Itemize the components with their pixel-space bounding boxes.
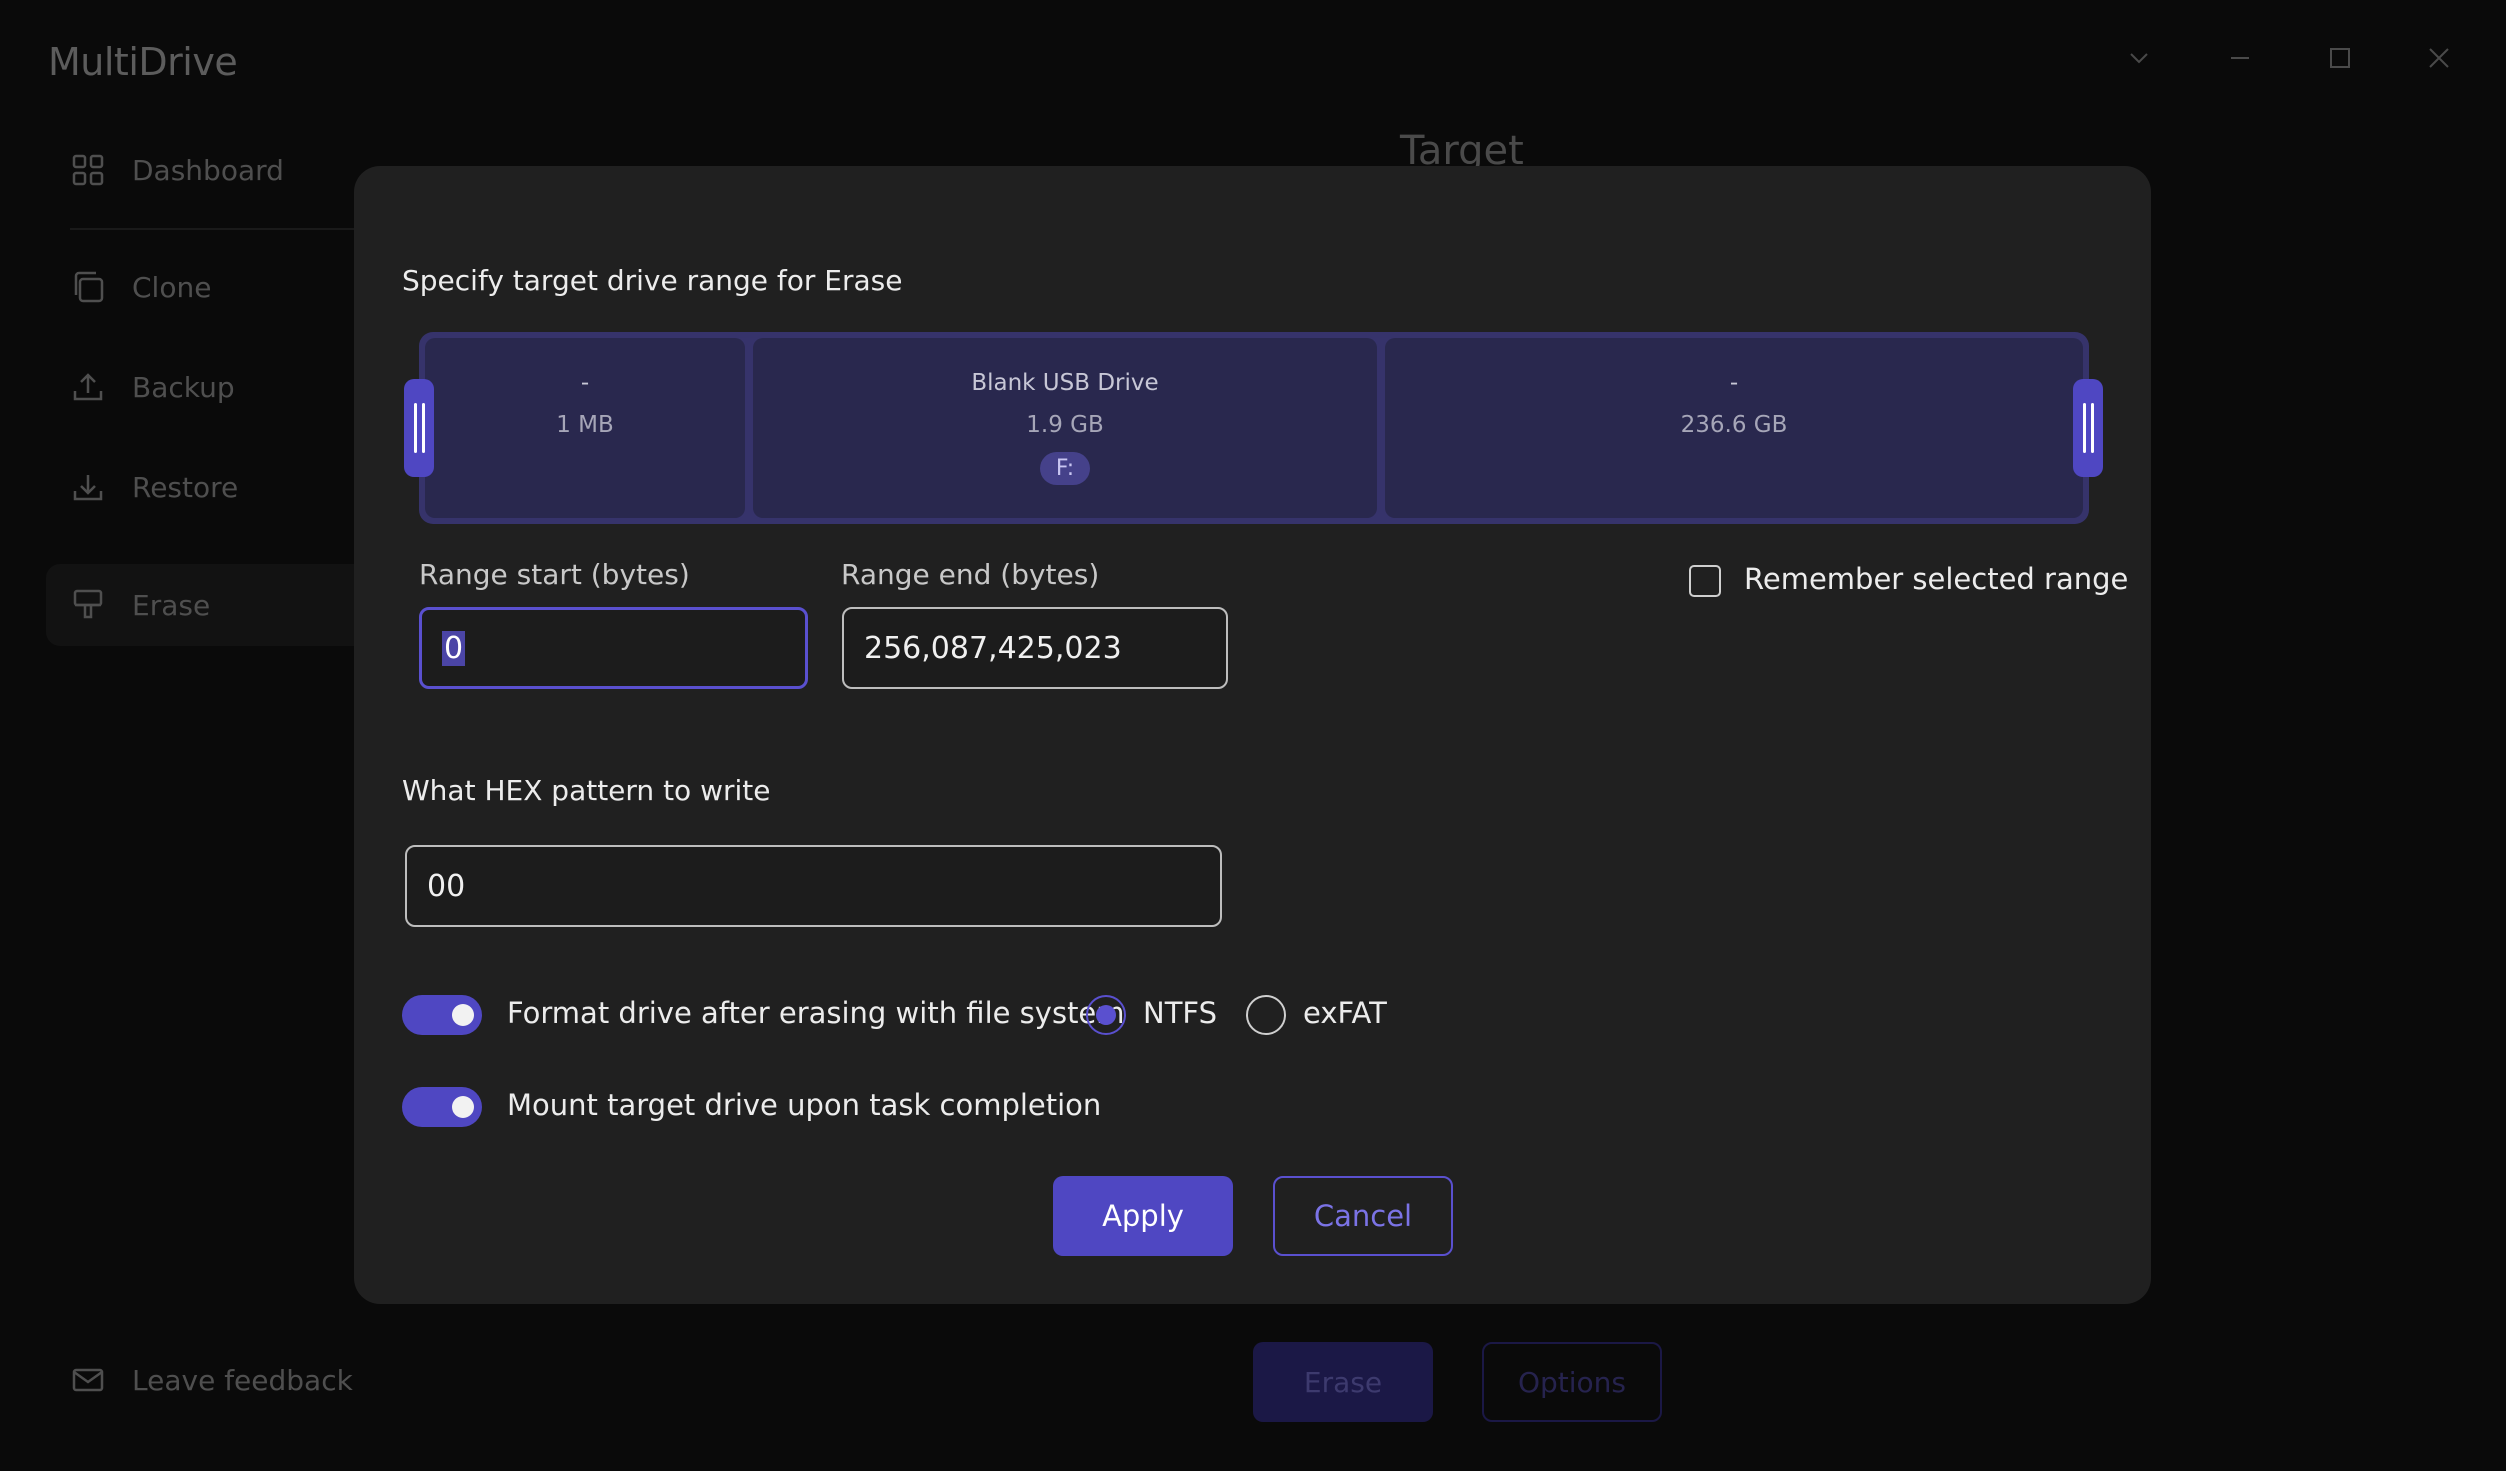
minimize-icon[interactable]: [2228, 46, 2252, 70]
hex-pattern-input[interactable]: 00: [405, 845, 1222, 927]
leave-feedback-label: Leave feedback: [132, 1363, 353, 1397]
partition-segment[interactable]: - 236.6 GB: [1385, 338, 2083, 518]
range-end-input[interactable]: 256,087,425,023: [842, 607, 1228, 689]
exfat-radio[interactable]: [1246, 995, 1286, 1035]
sidebar-divider: [70, 228, 390, 230]
partition-size: 236.6 GB: [1680, 412, 1788, 438]
partition-label: Blank USB Drive: [971, 370, 1159, 396]
format-drive-toggle[interactable]: [402, 995, 482, 1035]
partition-size: 1.9 GB: [1026, 412, 1104, 438]
chevron-down-icon[interactable]: [2127, 46, 2151, 70]
sidebar-item-label: Erase: [132, 588, 211, 622]
maximize-icon[interactable]: [2328, 46, 2352, 70]
range-end-label: Range end (bytes): [841, 558, 1100, 591]
close-icon[interactable]: [2427, 46, 2451, 70]
sidebar-item-backup[interactable]: Backup: [46, 346, 386, 428]
hex-pattern-value: 00: [427, 868, 466, 904]
drive-range-bar[interactable]: - 1 MB Blank USB Drive 1.9 GB F: - 236.6…: [419, 332, 2089, 524]
range-start-value: 0: [442, 630, 466, 666]
drive-letter-badge: F:: [1039, 452, 1091, 485]
range-end-handle[interactable]: [2073, 379, 2103, 477]
range-start-label: Range start (bytes): [419, 558, 690, 591]
sidebar-item-label: Backup: [132, 370, 235, 404]
app-title: MultiDrive: [48, 40, 238, 84]
sidebar-item-erase[interactable]: Erase: [46, 564, 386, 646]
copy-icon: [70, 269, 106, 305]
sidebar-item-label: Dashboard: [132, 153, 284, 187]
partition-segment[interactable]: - 1 MB: [425, 338, 745, 518]
ntfs-radio[interactable]: [1086, 995, 1126, 1035]
hex-pattern-label: What HEX pattern to write: [402, 774, 771, 807]
sidebar-item-label: Clone: [132, 270, 212, 304]
partition-label: -: [580, 370, 590, 396]
format-drive-label: Format drive after erasing with file sys…: [507, 996, 1125, 1030]
leave-feedback-link[interactable]: Leave feedback: [46, 1339, 386, 1421]
range-start-input[interactable]: 0: [419, 607, 808, 689]
range-start-handle[interactable]: [404, 379, 434, 477]
sidebar-item-clone[interactable]: Clone: [46, 246, 386, 328]
mount-drive-label: Mount target drive upon task completion: [507, 1088, 1102, 1122]
ntfs-label: NTFS: [1143, 996, 1217, 1030]
partition-label: -: [1729, 370, 1739, 396]
dialog-heading: Specify target drive range for Erase: [402, 264, 903, 297]
sidebar-item-dashboard[interactable]: Dashboard: [46, 129, 386, 211]
sidebar-item-label: Restore: [132, 470, 239, 504]
sidebar-item-restore[interactable]: Restore: [46, 446, 386, 528]
download-icon: [70, 469, 106, 505]
exfat-label: exFAT: [1303, 996, 1387, 1030]
erase-button[interactable]: Erase: [1253, 1342, 1433, 1422]
upload-icon: [70, 369, 106, 405]
eraser-icon: [70, 587, 106, 623]
options-button[interactable]: Options: [1482, 1342, 1662, 1422]
remember-range-label: Remember selected range: [1744, 562, 2129, 596]
range-end-value: 256,087,425,023: [864, 630, 1122, 666]
mount-drive-toggle[interactable]: [402, 1087, 482, 1127]
cancel-button[interactable]: Cancel: [1273, 1176, 1453, 1256]
apply-button[interactable]: Apply: [1053, 1176, 1233, 1256]
partition-size: 1 MB: [556, 412, 614, 438]
mail-icon: [70, 1362, 106, 1398]
grid-icon: [70, 152, 106, 188]
erase-range-dialog: Specify target drive range for Erase - 1…: [354, 166, 2151, 1304]
partition-segment[interactable]: Blank USB Drive 1.9 GB F:: [753, 338, 1377, 518]
remember-range-checkbox[interactable]: [1689, 565, 1721, 597]
